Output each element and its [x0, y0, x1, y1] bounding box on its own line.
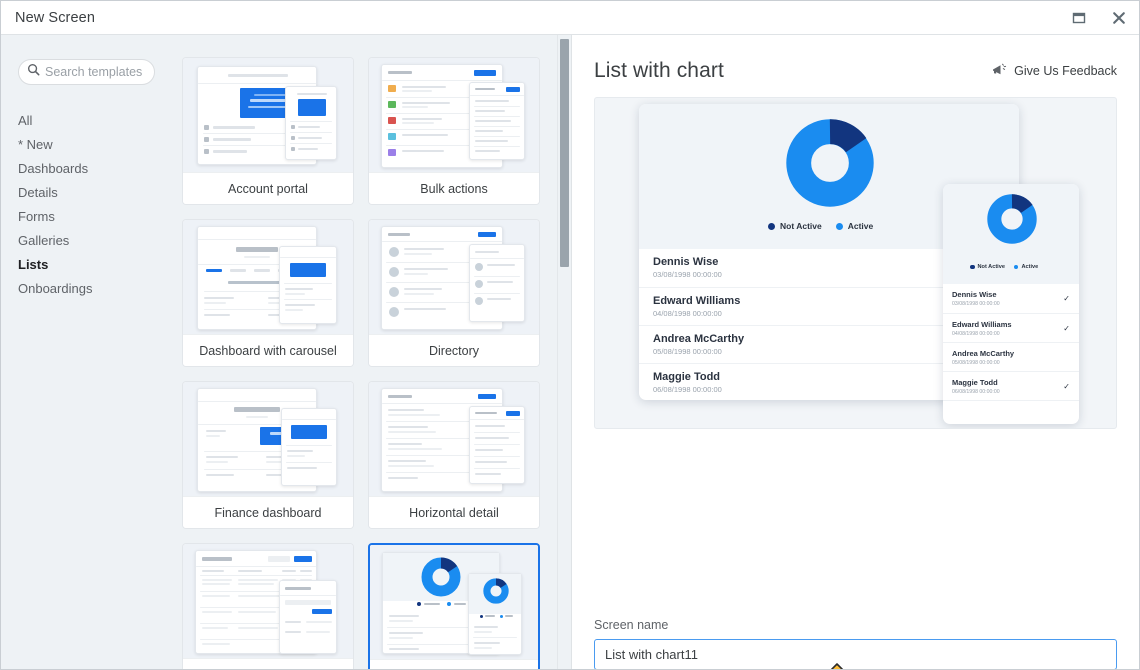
legend-swatch-not-active — [768, 222, 775, 230]
sidebar-item-forms[interactable]: Forms — [1, 205, 176, 229]
list-item-name: Maggie Todd — [952, 378, 998, 387]
screen-name-field: Screen name List with chart11 — [572, 602, 1139, 669]
legend-label-active: Active — [1021, 264, 1039, 270]
template-card-label: Request list — [183, 658, 353, 669]
template-thumbnail — [183, 544, 353, 658]
donut-chart — [786, 119, 874, 207]
list-item-date: 04/08/1998 00:00:00 — [952, 331, 1000, 337]
preview-mobile-chart-area: Not Active Active — [943, 184, 1079, 284]
template-card-label: Horizontal detail — [369, 496, 539, 528]
sidebar-item-onboardings[interactable]: Onboardings — [1, 277, 176, 301]
page-title: List with chart — [594, 59, 724, 82]
list-item-divider — [943, 400, 1079, 424]
dialog-body: Search templates All * New Dashboards De… — [1, 35, 1139, 669]
legend-item-active: Active — [835, 221, 874, 231]
preview-header: List with chart Give Us Feedback — [572, 35, 1139, 83]
legend-item-not-active: Not Active — [970, 264, 1005, 270]
template-thumbnail — [369, 58, 539, 172]
check-icon: ✓ — [1063, 382, 1070, 391]
template-card-label: Account portal — [183, 172, 353, 204]
feedback-label: Give Us Feedback — [1014, 64, 1117, 78]
legend-item-not-active: Not Active — [768, 221, 822, 231]
template-thumbnail — [183, 220, 353, 334]
sidebar-item-new[interactable]: * New — [1, 133, 176, 157]
preview-panel: List with chart Give Us Feedback Not Act… — [572, 35, 1139, 669]
give-us-feedback-button[interactable]: Give Us Feedback — [991, 63, 1117, 80]
screen-name-label: Screen name — [594, 618, 669, 632]
megaphone-icon — [991, 63, 1008, 80]
legend-swatch-not-active — [970, 264, 975, 270]
maximize-icon[interactable] — [1059, 1, 1099, 34]
search-icon — [27, 63, 40, 81]
template-thumbnail — [183, 58, 353, 172]
search-placeholder: Search templates — [45, 65, 143, 79]
template-card-finance-dashboard[interactable]: Finance dashboard — [182, 381, 354, 529]
template-card-list-with-chart[interactable]: List with chart — [368, 543, 540, 669]
orange-up-arrow-annotation — [818, 662, 858, 669]
template-browser: Search templates All * New Dashboards De… — [1, 35, 572, 669]
template-card-account-portal[interactable]: Account portal — [182, 57, 354, 205]
template-card-bulk-actions[interactable]: Bulk actions — [368, 57, 540, 205]
legend-label-active: Active — [847, 221, 874, 231]
template-thumbnail — [369, 220, 539, 334]
donut-chart-mobile — [987, 194, 1037, 244]
legend-swatch-active — [835, 222, 843, 230]
legend-label-not-active: Not Active — [977, 264, 1005, 270]
template-card-label: List with chart — [370, 659, 538, 669]
list-item-name: Andrea McCarthy — [952, 349, 1015, 358]
list-item: Maggie Todd 06/08/1998 00:00:00 ✓ — [943, 371, 1079, 400]
legend-label-not-active: Not Active — [780, 221, 822, 231]
list-item: Edward Williams 04/08/1998 00:00:00 ✓ — [943, 313, 1079, 342]
scrollbar-thumb[interactable] — [560, 39, 569, 267]
preview-body: Not Active Active Dennis Wise 03/08/1998… — [572, 83, 1139, 602]
template-card-label: Finance dashboard — [183, 496, 353, 528]
template-card-label: Bulk actions — [369, 172, 539, 204]
search-input[interactable]: Search templates — [18, 59, 155, 85]
list-item: Dennis Wise 03/08/1998 00:00:00 ✓ — [943, 284, 1079, 313]
template-preview-image: Not Active Active Dennis Wise 03/08/1998… — [594, 97, 1117, 429]
template-thumbnail — [369, 382, 539, 496]
title-bar: New Screen — [1, 1, 1139, 35]
template-card-dashboard-with-carousel[interactable]: Dashboard with carousel — [182, 219, 354, 367]
template-grid-wrapper: Account portal Bulk actions Dashboard wi… — [176, 35, 571, 669]
sidebar-item-galleries[interactable]: Galleries — [1, 229, 176, 253]
template-card-request-list[interactable]: Request list — [182, 543, 354, 669]
template-grid: Account portal Bulk actions Dashboard wi… — [176, 35, 562, 669]
template-thumbnail — [370, 545, 538, 659]
category-sidebar: Search templates All * New Dashboards De… — [1, 35, 176, 669]
check-icon: ✓ — [1063, 294, 1070, 303]
template-card-label: Dashboard with carousel — [183, 334, 353, 366]
preview-mobile-card: Not Active Active Dennis Wise 03/08/1998… — [943, 184, 1079, 424]
sidebar-item-all[interactable]: All — [1, 109, 176, 133]
close-icon[interactable] — [1099, 1, 1139, 34]
check-icon: ✓ — [1063, 324, 1070, 333]
list-item-date: 06/08/1998 00:00:00 — [952, 389, 1000, 395]
template-card-directory[interactable]: Directory — [368, 219, 540, 367]
template-card-horizontal-detail[interactable]: Horizontal detail — [368, 381, 540, 529]
category-list: All * New Dashboards Details Forms Galle… — [1, 109, 176, 301]
list-item-name: Dennis Wise — [952, 290, 997, 299]
chart-legend-mobile: Not Active Active — [970, 264, 1038, 270]
list-item: Andrea McCarthy 05/08/1998 00:00:00 — [943, 342, 1079, 371]
sidebar-item-lists[interactable]: Lists — [1, 253, 176, 277]
list-item-date: 03/08/1998 00:00:00 — [952, 301, 1000, 307]
sidebar-item-dashboards[interactable]: Dashboards — [1, 157, 176, 181]
legend-swatch-active — [1013, 264, 1019, 270]
chart-legend: Not Active Active — [768, 221, 873, 231]
template-card-label: Directory — [369, 334, 539, 366]
legend-item-active: Active — [1013, 264, 1039, 270]
list-item-date: 05/08/1998 00:00:00 — [952, 360, 1000, 366]
window-title: New Screen — [15, 9, 95, 26]
sidebar-item-details[interactable]: Details — [1, 181, 176, 205]
template-thumbnail — [183, 382, 353, 496]
template-grid-scrollbar[interactable] — [557, 35, 571, 669]
new-screen-dialog: New Screen Search templates All * New Da… — [0, 0, 1140, 670]
list-item-name: Edward Williams — [952, 320, 1012, 329]
